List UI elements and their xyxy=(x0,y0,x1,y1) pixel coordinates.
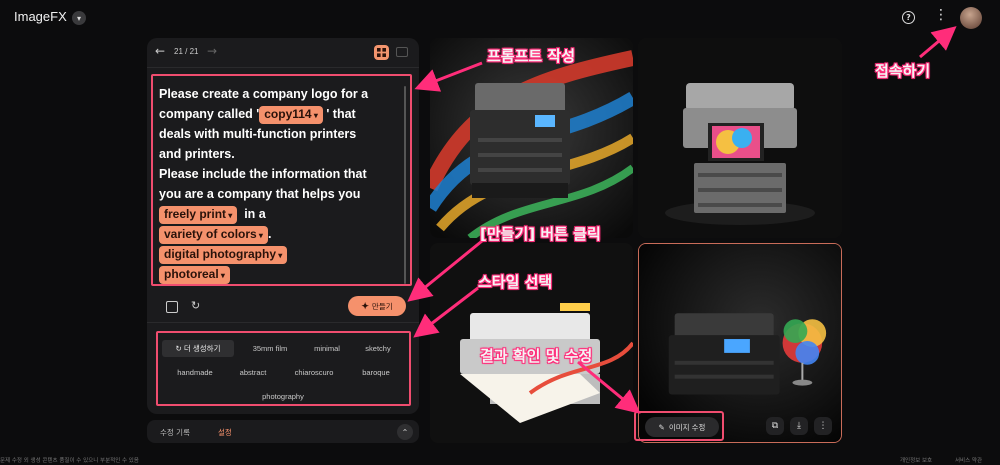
style-chip-sketchy[interactable]: sketchy xyxy=(356,340,400,357)
prompt-line: digital photography xyxy=(159,244,407,264)
copy-image-icon[interactable]: ⧉ xyxy=(766,417,784,435)
style-chip-photography[interactable]: photography xyxy=(252,388,314,405)
download-icon[interactable]: ⤓ xyxy=(790,417,808,435)
style-chip-handmade[interactable]: handmade xyxy=(168,364,222,381)
prompt-line: you are a company that helps you xyxy=(159,187,361,201)
prompt-line: freely print in a xyxy=(159,204,407,224)
generated-image-1[interactable] xyxy=(430,38,633,238)
history-count: 21 / 21 xyxy=(174,47,199,56)
style-chip-abstract[interactable]: abstract xyxy=(230,364,276,381)
annotation-result-edit: 결과 확인 및 수정 xyxy=(480,347,593,365)
refresh-icon[interactable]: ↻ xyxy=(191,299,200,312)
prompt-line: photoreal xyxy=(159,264,407,284)
footer-disclaimer: 문제 수정 외 생성 콘텐츠 품질이 수 있으니 부분적인 수 있음 xyxy=(0,458,139,464)
footer-privacy-link[interactable]: 개인정보 보호 xyxy=(900,456,932,464)
style-chip-minimal[interactable]: minimal xyxy=(304,340,350,357)
prompt-text: company called ' xyxy=(159,107,260,121)
prompt-line: deals with multi-function printers xyxy=(159,127,357,141)
app-title: ImageFX xyxy=(14,9,67,24)
make-button[interactable]: ✦ 만들기 xyxy=(348,296,406,316)
prompt-line: Please create a company logo for a xyxy=(159,87,369,101)
generated-image-2[interactable] xyxy=(638,38,842,238)
annotation-style-select: 스타일 선택 xyxy=(478,273,553,291)
prompt-text: ' that xyxy=(322,107,356,121)
annotation-login: 접속하기 xyxy=(875,62,931,80)
prompt-text: . xyxy=(267,227,272,241)
back-arrow-icon[interactable]: ← xyxy=(155,44,165,58)
annotation-make-click: [만들기] 버튼 클릭 xyxy=(480,225,601,243)
prompt-line: and printers. xyxy=(159,147,235,161)
forward-arrow-icon[interactable]: → xyxy=(207,44,217,58)
more-options-icon[interactable]: ⋮ xyxy=(934,8,948,22)
grid-view-icon[interactable] xyxy=(374,45,389,60)
divider xyxy=(147,322,419,323)
edit-highlight-box xyxy=(634,411,724,441)
style-chip-chiaroscuro[interactable]: chiaroscuro xyxy=(284,364,344,381)
chip-freely-print[interactable]: freely print xyxy=(159,206,238,224)
footer-terms-link[interactable]: 서비스 약관 xyxy=(955,456,982,464)
avatar[interactable] xyxy=(960,7,982,29)
copy-icon[interactable] xyxy=(166,301,178,313)
single-view-icon[interactable] xyxy=(396,47,408,57)
prompt-scrollbar[interactable] xyxy=(404,86,406,284)
help-icon[interactable]: ? xyxy=(902,11,915,24)
chip-company-name[interactable]: copy114 xyxy=(259,106,323,124)
expand-icon[interactable]: ⌃ xyxy=(397,424,413,440)
chip-photoreal[interactable]: photoreal xyxy=(159,266,230,284)
prompt-text: in a xyxy=(237,207,266,221)
more-generate-chip[interactable]: ↻ 더 생성하기 xyxy=(162,340,234,357)
tab-settings[interactable]: 설정 xyxy=(218,427,232,438)
chip-digital-photography[interactable]: digital photography xyxy=(159,246,288,264)
make-button-label: 만들기 xyxy=(371,301,393,311)
prompt-line: Please include the information that xyxy=(159,167,367,181)
prompt-line: variety of colors. xyxy=(159,224,407,244)
image-more-icon[interactable]: ⋮ xyxy=(814,417,832,435)
annotation-prompt-write: 프롬프트 작성 xyxy=(487,47,576,65)
prompt-input[interactable]: Please create a company logo for a compa… xyxy=(159,84,407,284)
tab-history[interactable]: 수정 기록 xyxy=(160,427,190,438)
style-chip-35mm[interactable]: 35mm film xyxy=(240,340,300,357)
style-chip-baroque[interactable]: baroque xyxy=(352,364,400,381)
sparkle-icon: ✦ xyxy=(361,300,369,311)
arrow-login xyxy=(919,26,957,59)
chip-variety-colors[interactable]: variety of colors xyxy=(159,226,268,244)
chevron-down-icon[interactable]: ▾ xyxy=(72,11,86,25)
prompt-line: company called 'copy114 ' that xyxy=(159,104,407,124)
